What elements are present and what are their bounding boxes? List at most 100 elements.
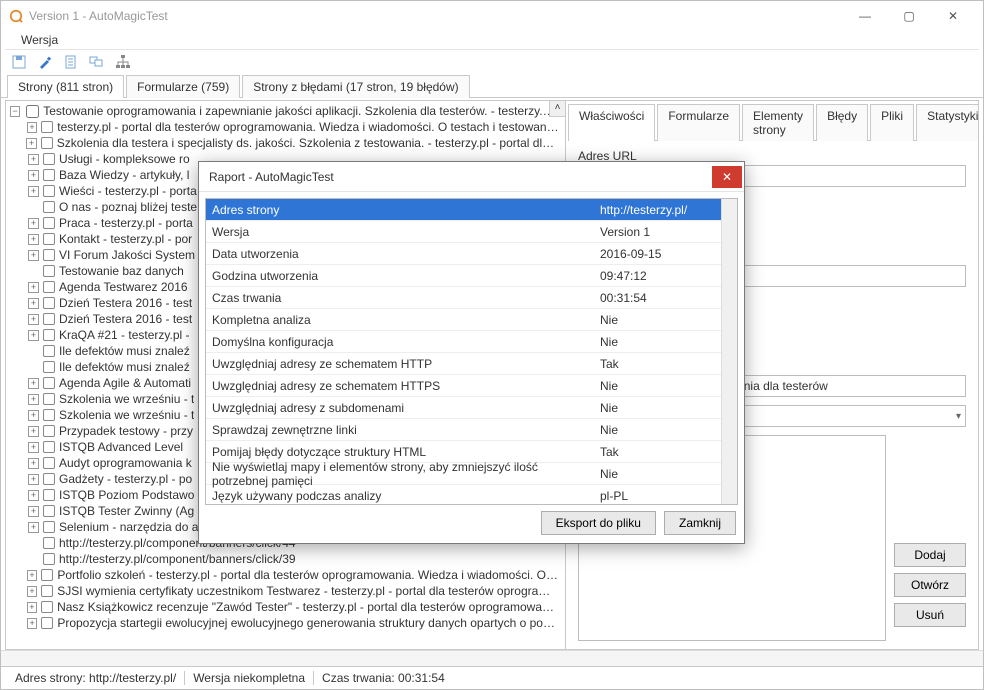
tab-forms[interactable]: Formularze (759) — [126, 75, 240, 98]
horizontal-scrollbar[interactable] — [1, 650, 983, 666]
tree-item[interactable]: testerzy.pl - portal dla testerów oprogr… — [6, 119, 565, 135]
tree-item[interactable]: SJSI wymienia certyfikaty uczestnikom Te… — [6, 583, 565, 599]
expand-icon[interactable] — [26, 138, 36, 149]
tree-label: testerzy.pl - portal dla testerów oprogr… — [57, 120, 559, 134]
report-row[interactable]: Uwzględniaj adresy z subdomenamiNie — [206, 397, 737, 419]
expand-icon[interactable] — [28, 378, 39, 389]
sitemap-icon[interactable] — [115, 54, 131, 70]
export-button[interactable]: Eksport do pliku — [541, 511, 656, 535]
expand-icon[interactable] — [28, 218, 39, 229]
tab-errors[interactable]: Błędy — [816, 104, 868, 141]
tab-elements[interactable]: Elementy strony — [742, 104, 814, 141]
tree-label: Dzień Testera 2016 - test — [59, 296, 192, 310]
save-icon[interactable] — [11, 54, 27, 70]
expand-icon[interactable] — [28, 506, 39, 517]
tree-item[interactable]: Szkolenia dla testera i specjalisty ds. … — [6, 135, 565, 151]
expand-icon[interactable] — [28, 186, 39, 197]
expand-icon[interactable] — [28, 154, 39, 165]
menu-version[interactable]: Wersja — [15, 31, 64, 49]
dialog-scrollbar[interactable] — [721, 199, 737, 504]
report-row[interactable]: Uwzględniaj adresy ze schematem HTTPTak — [206, 353, 737, 375]
tab-properties[interactable]: Właściwości — [568, 104, 655, 141]
settings-icon[interactable] — [37, 54, 53, 70]
report-value: Nie — [594, 467, 737, 481]
open-button[interactable]: Otwórz — [894, 573, 966, 597]
tree-checkbox[interactable] — [26, 105, 39, 118]
page-icon — [43, 521, 55, 533]
expand-icon[interactable] — [28, 474, 39, 485]
report-row[interactable]: WersjaVersion 1 — [206, 221, 737, 243]
expand-icon[interactable] — [27, 570, 38, 581]
tree-label: Szkolenia dla testera i specjalisty ds. … — [57, 136, 559, 150]
toolbar — [1, 50, 983, 74]
expand-icon[interactable] — [27, 618, 38, 629]
report-row[interactable]: Godzina utworzenia09:47:12 — [206, 265, 737, 287]
dialog-close-button[interactable]: ✕ — [712, 166, 742, 188]
maximize-button[interactable]: ▢ — [887, 1, 931, 31]
expand-icon[interactable] — [28, 314, 39, 325]
page-icon — [43, 185, 55, 197]
tab-error-pages[interactable]: Strony z błędami (17 stron, 19 błędów) — [242, 75, 469, 98]
report-key: Wersja — [206, 225, 594, 239]
delete-button[interactable]: Usuń — [894, 603, 966, 627]
tree-label: Nasz Książkowicz recenzuje "Zawód Tester… — [57, 600, 559, 614]
tree-item[interactable]: Nasz Książkowicz recenzuje "Zawód Tester… — [6, 599, 565, 615]
report-key: Pomijaj błędy dotyczące struktury HTML — [206, 445, 594, 459]
expand-icon[interactable] — [28, 298, 39, 309]
page-icon — [41, 121, 53, 133]
tab-pages[interactable]: Strony (811 stron) — [7, 75, 124, 98]
report-row[interactable]: Adres stronyhttp://testerzy.pl/ — [206, 199, 737, 221]
minimize-button[interactable]: — — [843, 1, 887, 31]
expand-icon[interactable] — [27, 122, 38, 133]
status-duration: Czas trwania: 00:31:54 — [314, 671, 453, 685]
tab-stats[interactable]: Statystyki — [916, 104, 978, 141]
report-row[interactable]: Czas trwania00:31:54 — [206, 287, 737, 309]
tree-label: Praca - testerzy.pl - porta — [59, 216, 193, 230]
tree-scroll-up-icon[interactable]: ˄ — [549, 101, 565, 117]
tree-item[interactable]: http://testerzy.pl/component/banners/cli… — [6, 551, 565, 567]
collapse-icon[interactable] — [10, 106, 20, 117]
report-row[interactable]: Kompletna analizaNie — [206, 309, 737, 331]
tree-item[interactable]: Propozycja startegii ewolucyjnej ewolucy… — [6, 615, 565, 631]
tree-label: Kontakt - testerzy.pl - por — [59, 232, 192, 246]
expand-icon[interactable] — [28, 490, 39, 501]
tab-files[interactable]: Pliki — [870, 104, 914, 141]
report-row[interactable]: Nie wyświetlaj mapy i elementów strony, … — [206, 463, 737, 485]
expand-icon[interactable] — [27, 586, 37, 597]
expand-icon[interactable] — [28, 282, 39, 293]
report-key: Uwzględniaj adresy ze schematem HTTP — [206, 357, 594, 371]
expand-icon[interactable] — [28, 330, 39, 341]
tree-label: ISTQB Advanced Level — [59, 440, 183, 454]
tree-label: Szkolenia we wrześniu - t — [59, 392, 194, 406]
report-row[interactable]: Język używany podczas analizypl-PL — [206, 485, 737, 505]
tab-forms-right[interactable]: Formularze — [657, 104, 740, 141]
report-row[interactable]: Sprawdzaj zewnętrzne linkiNie — [206, 419, 737, 441]
expand-icon[interactable] — [28, 458, 39, 469]
report-row[interactable]: Domyślna konfiguracjaNie — [206, 331, 737, 353]
expand-icon[interactable] — [28, 250, 39, 261]
report-row[interactable]: Data utworzenia2016-09-15 — [206, 243, 737, 265]
tree-item[interactable]: Portfolio szkoleń - testerzy.pl - portal… — [6, 567, 565, 583]
expand-icon[interactable] — [28, 234, 39, 245]
report-table[interactable]: Adres stronyhttp://testerzy.pl/WersjaVer… — [205, 198, 738, 505]
expand-icon[interactable] — [28, 426, 39, 437]
report-key: Data utworzenia — [206, 247, 594, 261]
close-button[interactable]: ✕ — [931, 1, 975, 31]
report-value: http://testerzy.pl/ — [594, 203, 737, 217]
expand-icon[interactable] — [27, 602, 37, 613]
expand-icon[interactable] — [28, 394, 39, 405]
expand-icon[interactable] — [28, 170, 39, 181]
add-button[interactable]: Dodaj — [894, 543, 966, 567]
dialog-close-button-2[interactable]: Zamknij — [664, 511, 736, 535]
document-icon[interactable] — [63, 54, 79, 70]
tree-root[interactable]: Testowanie oprogramowania i zapewnianie … — [6, 103, 565, 119]
expand-icon[interactable] — [28, 410, 39, 421]
page-icon — [43, 297, 55, 309]
windows-icon[interactable] — [89, 54, 105, 70]
expand-icon[interactable] — [28, 522, 39, 533]
report-row[interactable]: Uwzględniaj adresy ze schematem HTTPSNie — [206, 375, 737, 397]
dialog-title: Raport - AutoMagicTest — [209, 170, 712, 184]
tree-label: Gadżety - testerzy.pl - po — [59, 472, 192, 486]
expand-icon[interactable] — [28, 442, 39, 453]
tree-label: Agenda Testwarez 2016 — [59, 280, 188, 294]
